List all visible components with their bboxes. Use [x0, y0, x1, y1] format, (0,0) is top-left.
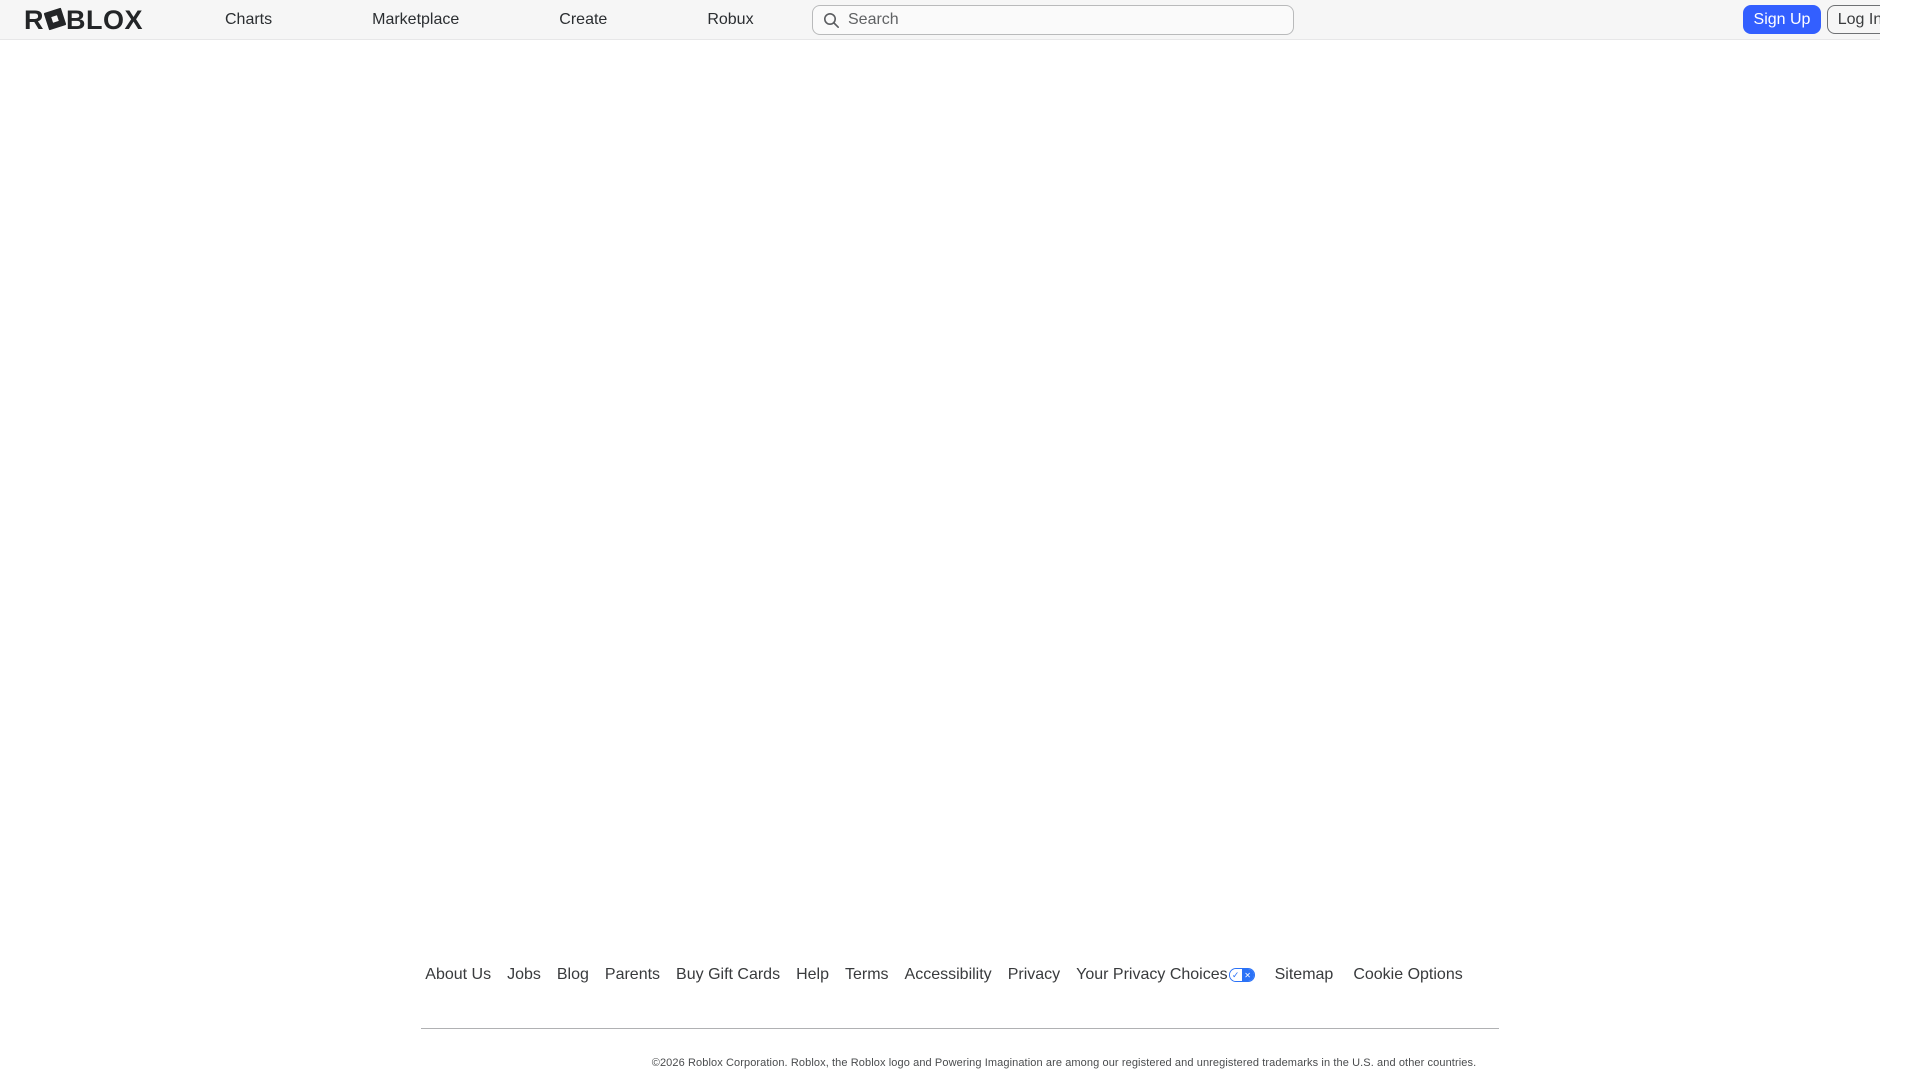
privacy-choices-icon: ✓ ✕: [1229, 968, 1255, 982]
nav-item-create[interactable]: Create: [559, 11, 607, 29]
auth-buttons: Sign Up Log In: [1743, 5, 1893, 34]
footer-links-row: About Us Jobs Blog Parents Buy Gift Card…: [0, 966, 1904, 984]
footer-link-buy-gift-cards[interactable]: Buy Gift Cards: [676, 966, 780, 984]
search-bar[interactable]: [812, 5, 1294, 35]
nav-item-marketplace[interactable]: Marketplace: [372, 11, 459, 29]
footer-link-help[interactable]: Help: [796, 966, 829, 984]
roblox-logo[interactable]: R BLOX: [24, 0, 143, 40]
privacy-x-glyph: ✕: [1242, 969, 1254, 981]
top-navigation-bar: R BLOX Charts Marketplace Create Robux S…: [0, 0, 1900, 40]
privacy-check-glyph: ✓: [1230, 969, 1242, 981]
copyright-text: ©2026 Roblox Corporation. Roblox, the Ro…: [104, 1057, 1920, 1069]
search-input[interactable]: [848, 11, 1283, 29]
primary-nav: Charts Marketplace Create Robux: [225, 0, 754, 40]
footer-link-privacy[interactable]: Privacy: [1008, 966, 1060, 984]
footer-link-cookie-options[interactable]: Cookie Options: [1353, 966, 1462, 984]
footer-link-terms[interactable]: Terms: [845, 966, 889, 984]
logo-letters-blox: BLOX: [66, 5, 143, 36]
footer-link-parents[interactable]: Parents: [605, 966, 660, 984]
your-privacy-choices-label: Your Privacy Choices: [1076, 966, 1227, 984]
search-icon: [823, 12, 840, 29]
footer-link-your-privacy-choices[interactable]: Your Privacy Choices ✓ ✕: [1076, 966, 1254, 984]
scrollbar-gutter[interactable]: [1880, 0, 1900, 41]
roblox-tilted-square-icon: [44, 8, 67, 31]
sign-up-button[interactable]: Sign Up: [1743, 5, 1821, 34]
footer-link-blog[interactable]: Blog: [557, 966, 589, 984]
footer-link-sitemap[interactable]: Sitemap: [1275, 966, 1334, 984]
nav-item-charts[interactable]: Charts: [225, 11, 272, 29]
footer-link-jobs[interactable]: Jobs: [507, 966, 541, 984]
main-content-empty: [0, 41, 1920, 951]
footer-link-accessibility[interactable]: Accessibility: [905, 966, 992, 984]
footer-link-about-us[interactable]: About Us: [425, 966, 491, 984]
roblox-page: R BLOX Charts Marketplace Create Robux S…: [0, 0, 1920, 1080]
nav-item-robux[interactable]: Robux: [707, 11, 753, 29]
logo-letter-r: R: [24, 5, 44, 36]
footer-divider: [421, 1028, 1499, 1029]
